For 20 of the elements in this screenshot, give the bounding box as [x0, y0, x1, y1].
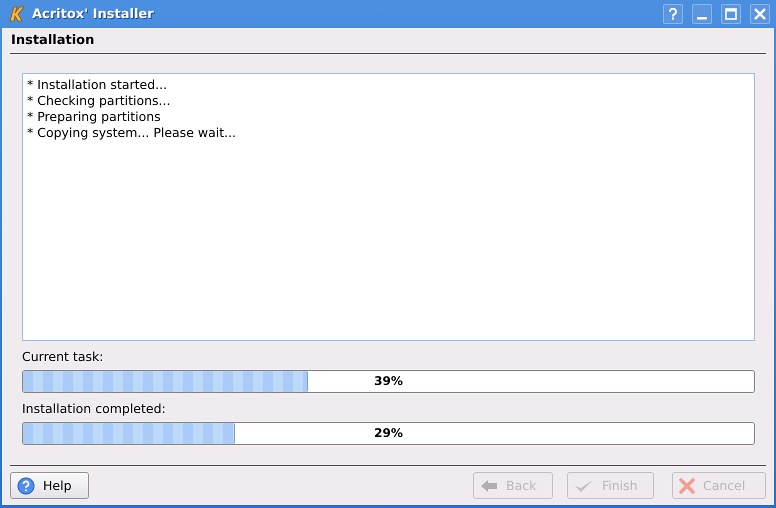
help-icon[interactable]	[663, 4, 683, 24]
page-title: Installation	[10, 28, 766, 54]
progress-label: Current task:	[22, 349, 104, 364]
maximize-icon[interactable]	[721, 4, 741, 24]
app-logo-icon	[8, 5, 26, 23]
close-icon[interactable]	[750, 4, 770, 24]
progress-percent: 29%	[374, 426, 403, 440]
log-line: * Copying system... Please wait...	[27, 125, 238, 140]
log-line: * Checking partitions...	[27, 93, 172, 108]
window-title: Acritox' Installer	[32, 6, 155, 22]
log-line: * Installation started...	[27, 77, 168, 92]
log-line: * Preparing partitions	[27, 109, 162, 124]
cross-icon	[679, 478, 695, 494]
progress-label: Installation completed:	[22, 401, 167, 416]
checkmark-icon	[574, 478, 594, 494]
progress-percent: 39%	[374, 374, 403, 388]
left-arrow-icon	[480, 478, 498, 492]
minimize-icon[interactable]	[692, 4, 712, 24]
help-button[interactable]: Help	[10, 472, 89, 499]
help-icon	[17, 476, 35, 494]
